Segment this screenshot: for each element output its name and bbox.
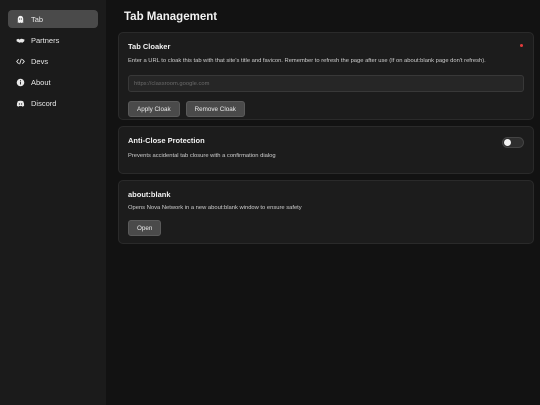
tab-cloaker-card: Tab Cloaker Enter a URL to cloak this ta…: [118, 32, 534, 120]
card-description: Enter a URL to cloak this tab with that …: [128, 58, 486, 64]
code-icon: [15, 56, 25, 66]
anti-close-card: Anti-Close Protection Prevents accidenta…: [118, 126, 534, 174]
apply-cloak-button[interactable]: Apply Cloak: [128, 101, 180, 117]
handshake-icon: [15, 35, 25, 45]
discord-icon: [15, 98, 25, 108]
cloak-button-row: Apply Cloak Remove Cloak: [128, 101, 524, 117]
sidebar-item-partners[interactable]: Partners: [8, 31, 98, 49]
ghost-icon: [15, 14, 25, 24]
card-description: Prevents accidental tab closure with a c…: [128, 153, 276, 159]
remove-cloak-button[interactable]: Remove Cloak: [185, 101, 245, 117]
card-title: Tab Cloaker: [128, 42, 171, 51]
anti-close-toggle[interactable]: [502, 137, 524, 148]
main-content: Tab Management Tab Cloaker Enter a URL t…: [106, 0, 540, 405]
toggle-knob: [504, 139, 511, 146]
card-title: Anti-Close Protection: [128, 136, 205, 145]
sidebar-item-label: About: [31, 77, 51, 87]
sidebar-item-label: Partners: [31, 35, 60, 45]
sidebar-item-discord[interactable]: Discord: [8, 94, 98, 112]
sidebar: Tab Partners Devs About Discord: [0, 0, 106, 405]
sidebar-item-label: Discord: [31, 98, 57, 108]
page-title: Tab Management: [124, 11, 218, 23]
card-title: about:blank: [128, 190, 171, 199]
sidebar-item-devs[interactable]: Devs: [8, 52, 98, 70]
sidebar-item-label: Devs: [31, 56, 49, 66]
about-blank-button-row: Open: [128, 220, 524, 236]
sidebar-item-label: Tab: [31, 14, 44, 24]
card-description: Opens Nova Network in a new about:blank …: [128, 205, 302, 211]
cloak-url-input[interactable]: [128, 75, 524, 92]
sidebar-item-tab[interactable]: Tab: [8, 10, 98, 28]
sidebar-item-about[interactable]: About: [8, 73, 98, 91]
about-blank-card: about:blank Opens Nova Network in a new …: [118, 180, 534, 244]
open-about-blank-button[interactable]: Open: [128, 220, 162, 236]
info-icon: [15, 77, 25, 87]
status-dot: [520, 44, 523, 47]
